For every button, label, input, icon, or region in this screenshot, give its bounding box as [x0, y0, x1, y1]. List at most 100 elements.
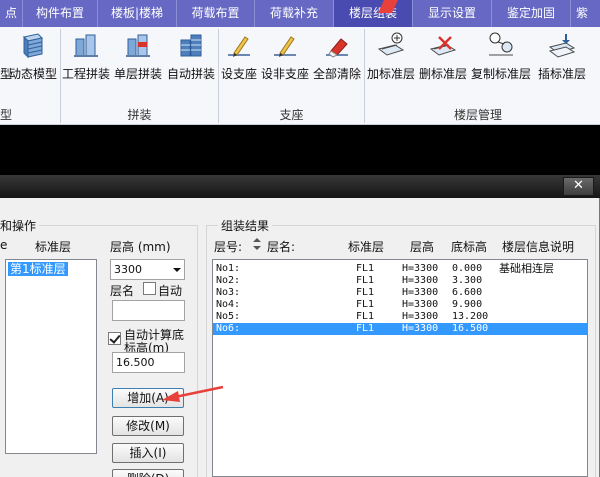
row-floor-height: H=3300 [402, 299, 439, 310]
ribbon-button-set-non-support[interactable]: 设非支座 [259, 27, 311, 87]
ribbon-button-delete-standard-floor[interactable]: 删标准层 [417, 27, 469, 87]
clear-all-icon [326, 38, 348, 58]
ribbon-button-label: 型 [0, 67, 13, 81]
delete-button[interactable]: 删除(D) [112, 469, 184, 477]
tab-slab-stair[interactable]: 楼板|楼梯 [98, 0, 176, 27]
copy-standard-floor-icon [489, 32, 513, 56]
ribbon-button-dynamic-model[interactable]: 动态模型 [8, 27, 58, 87]
row-base-elevation: 3.300 [452, 275, 483, 286]
row-std-floor: FL1 [356, 275, 375, 286]
delete-standard-floor-icon [429, 36, 457, 56]
sort-icon[interactable] [252, 237, 262, 251]
row-base-elevation: 9.900 [452, 299, 483, 310]
tab-load-layout[interactable]: 荷载布置 [177, 0, 254, 27]
graphics-view-background [0, 125, 600, 175]
floor-name-label: 层名 [110, 284, 135, 298]
header-floor-no: 层号: [214, 240, 243, 254]
header-base-elevation: 底标高 [451, 240, 488, 254]
left-edge-fragment: e [0, 238, 8, 252]
ribbon-button-label: 复制标准层 [470, 67, 531, 81]
ribbon-button-label: 单层拼装 [113, 67, 162, 81]
tab-component-layout[interactable]: 构件布置 [23, 0, 97, 27]
modify-button[interactable]: 修改(M) [112, 416, 184, 436]
row-base-elevation: 0.000 [452, 263, 483, 274]
base-elevation-input[interactable]: 16.500 [112, 352, 185, 373]
row-floor-height: H=3300 [402, 323, 439, 334]
row-floor-no: No4: [216, 299, 241, 310]
close-icon: ✕ [573, 178, 584, 193]
ribbon-button-label: 设非支座 [260, 67, 309, 81]
table-row-selected[interactable]: No6: FL1 H=3300 16.500 [213, 323, 587, 335]
ribbon-panel: 型 动态模型 工程拼装 单层拼装 自动拼装 设支座 设非支座 全部清除 加标准层… [0, 27, 600, 125]
row-std-floor: FL1 [356, 323, 375, 334]
auto-assembly-icon [180, 34, 202, 57]
tab-load-supplement[interactable]: 荷载补充 [255, 0, 333, 27]
floor-height-select[interactable]: 3300 [110, 259, 185, 280]
project-assembly-icon [74, 34, 98, 57]
list-item[interactable]: 第1标准层 [8, 262, 68, 276]
tab-floor-assembly[interactable]: 楼层组装 [334, 0, 412, 27]
floor-name-input[interactable] [112, 300, 185, 321]
ribbon-button-label: 自动拼装 [166, 67, 215, 81]
ribbon-button-label: 删标准层 [418, 67, 467, 81]
row-base-elevation: 6.600 [452, 287, 483, 298]
assembly-result-list[interactable]: No1: FL1 H=3300 0.000 基础相连层 No2: FL1 H=3… [212, 259, 588, 477]
table-row[interactable]: No1: FL1 H=3300 0.000 基础相连层 [213, 263, 587, 275]
ribbon-group-label-model: 型 [0, 108, 13, 122]
tab-partial-right[interactable]: 紫 [571, 0, 593, 27]
floor-height-label: 层高 (mm) [110, 240, 171, 254]
row-description: 基础相连层 [499, 262, 554, 275]
tab-display-settings[interactable]: 显示设置 [413, 0, 491, 27]
ribbon-button-single-floor-assembly[interactable]: 单层拼装 [113, 27, 163, 87]
row-floor-no: No1: [216, 263, 241, 274]
row-base-elevation: 13.200 [452, 311, 489, 322]
ribbon-button-label: 全部清除 [312, 67, 361, 81]
chevron-down-icon [173, 268, 181, 272]
dialog-title-bar[interactable]: ✕ [0, 175, 600, 198]
single-floor-assembly-icon [126, 34, 150, 57]
ribbon-group-label-floor-management: 楼层管理 [453, 108, 502, 122]
header-floor-height: 层高 [410, 240, 435, 254]
ribbon-button-project-assembly[interactable]: 工程拼装 [61, 27, 111, 87]
ribbon-button-add-standard-floor[interactable]: 加标准层 [365, 27, 417, 87]
row-base-elevation: 16.500 [452, 323, 489, 334]
ribbon-button-auto-assembly[interactable]: 自动拼装 [165, 27, 217, 87]
tab-appraisal-reinforce[interactable]: 鉴定加固 [492, 0, 570, 27]
auto-name-label: 自动 [158, 284, 183, 298]
close-button[interactable]: ✕ [563, 177, 594, 196]
table-row[interactable]: No5: FL1 H=3300 13.200 [213, 311, 587, 323]
row-std-floor: FL1 [356, 311, 375, 322]
operation-group-title: 和操作 [0, 217, 40, 234]
row-floor-no: No3: [216, 287, 241, 298]
auto-name-checkbox[interactable] [143, 282, 156, 295]
ribbon-button-label: 加标准层 [366, 67, 415, 81]
ribbon-group-label-support: 支座 [279, 108, 304, 122]
header-std-floor: 标准层 [348, 240, 385, 254]
tab-partial-left[interactable]: 点 [0, 0, 22, 27]
ribbon-button-label: 设支座 [220, 67, 257, 81]
ribbon-button-set-support[interactable]: 设支座 [219, 27, 259, 87]
row-floor-height: H=3300 [402, 275, 439, 286]
set-non-support-icon [274, 36, 296, 57]
ribbon-tab-bar: 点 构件布置 楼板|楼梯 荷载布置 荷载补充 楼层组装 显示设置 鉴定加固 紫 [0, 0, 600, 27]
ribbon-button-clear-all[interactable]: 全部清除 [311, 27, 363, 87]
add-button[interactable]: 增加(A) [112, 388, 184, 408]
auto-calc-elevation-checkbox[interactable] [108, 332, 121, 345]
insert-standard-floor-icon [548, 34, 576, 58]
table-row[interactable]: No3: FL1 H=3300 6.600 [213, 287, 587, 299]
header-floor-name: 层名: [267, 240, 296, 254]
row-floor-height: H=3300 [402, 311, 439, 322]
table-row[interactable]: No4: FL1 H=3300 9.900 [213, 299, 587, 311]
add-standard-floor-icon [377, 32, 405, 56]
std-floor-header: 标准层 [35, 240, 72, 254]
standard-floor-list[interactable]: 第1标准层 [5, 259, 97, 454]
insert-button[interactable]: 插入(I) [112, 443, 184, 463]
ribbon-button-label: 插标准层 [537, 67, 586, 81]
ribbon-button-insert-standard-floor[interactable]: 插标准层 [533, 27, 591, 87]
ribbon-button-model[interactable]: 型 [0, 27, 13, 87]
ribbon-button-copy-standard-floor[interactable]: 复制标准层 [469, 27, 533, 87]
dynamic-model-icon [22, 33, 44, 59]
table-row[interactable]: No2: FL1 H=3300 3.300 [213, 275, 587, 287]
row-std-floor: FL1 [356, 287, 375, 298]
assembly-result-title: 组装结果 [218, 217, 273, 234]
